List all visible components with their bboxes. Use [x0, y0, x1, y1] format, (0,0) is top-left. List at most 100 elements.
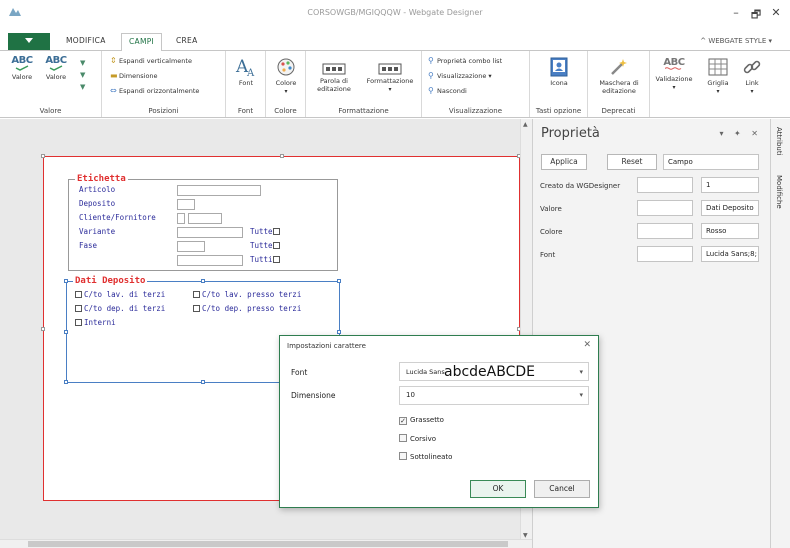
resize-handle[interactable]: [64, 279, 68, 283]
formatting-button[interactable]: Formattazione ▾: [362, 63, 418, 94]
etichetta-fieldset[interactable]: Etichetta Articolo Deposito Cliente/Forn…: [68, 174, 338, 271]
close-button[interactable]: ✕: [768, 6, 784, 19]
icon-button[interactable]: Icona: [540, 57, 578, 87]
valore-button-1[interactable]: ABC Valore: [6, 55, 38, 82]
prop-value[interactable]: Lucida Sans;8;: [701, 246, 759, 262]
fase-input[interactable]: [177, 241, 205, 252]
resize-handle[interactable]: [201, 380, 205, 384]
font-button[interactable]: A A Font: [232, 57, 260, 87]
link-button[interactable]: Link ▾: [738, 57, 766, 96]
italic-checkbox[interactable]: Corsivo: [399, 434, 436, 443]
file-tab[interactable]: [8, 33, 50, 50]
visualization-dropdown[interactable]: ⚲ Visualizzazione ▾: [428, 71, 492, 81]
option-interni[interactable]: Interni: [75, 318, 116, 327]
prop-value[interactable]: Dati Deposito: [701, 200, 759, 216]
file-menu-icon: [25, 38, 33, 43]
prop-extra-box[interactable]: [637, 246, 693, 262]
reset-button[interactable]: Reset: [607, 154, 657, 170]
webgate-style-menu[interactable]: ^ WEBGATE STYLE ▾: [700, 37, 772, 45]
option-dep-di-terzi[interactable]: C/to dep. di terzi: [75, 304, 165, 313]
tab-attributi[interactable]: Attributi: [775, 127, 783, 156]
minimize-button[interactable]: –: [728, 6, 744, 19]
checkbox-icon: [272, 242, 280, 249]
word-edit-button[interactable]: Parola di editazione: [312, 63, 356, 93]
magic-wand-icon: [611, 59, 627, 75]
resize-handle[interactable]: [337, 330, 341, 334]
search-icon: ⚲: [428, 71, 434, 80]
ok-button[interactable]: OK: [470, 480, 526, 498]
font-icon: A A: [235, 57, 255, 77]
bold-checkbox[interactable]: ✓ Grassetto: [399, 416, 444, 425]
cliente-fornitore-input[interactable]: [188, 213, 222, 224]
colore-button[interactable]: Colore ▾: [272, 57, 300, 96]
prop-extra-box[interactable]: [637, 223, 693, 239]
variante-input[interactable]: [177, 227, 243, 238]
deposito-input[interactable]: [177, 199, 195, 210]
panel-tools[interactable]: ▾ ✦ ✕: [719, 129, 762, 138]
valore-button-2[interactable]: ABC Valore: [40, 56, 72, 82]
scroll-up-icon[interactable]: ▲: [523, 121, 528, 128]
resize-handle[interactable]: [64, 330, 68, 334]
validation-button[interactable]: ABC Validazione ▾: [652, 58, 696, 92]
underline-checkbox[interactable]: Sottolineato: [399, 452, 452, 461]
extra-input[interactable]: [177, 255, 243, 266]
cliente-type-input[interactable]: [177, 213, 185, 224]
variante-all-checkbox[interactable]: Tutte: [250, 227, 282, 236]
option-lav-di-terzi[interactable]: C/to lav. di terzi: [75, 290, 165, 299]
expand-vertical-button[interactable]: ⇕ Espandi verticalmente: [110, 56, 192, 66]
prop-label: Valore: [540, 205, 562, 213]
hide-button[interactable]: ⚲ Nascondi: [428, 86, 467, 96]
dimension-icon: ▬: [110, 71, 118, 80]
size-select[interactable]: 10 ▾: [399, 386, 589, 405]
svg-text:A: A: [246, 68, 255, 77]
edit-mask-button[interactable]: Maschera di editazione: [591, 57, 647, 95]
articolo-input[interactable]: [177, 185, 261, 196]
prop-extra-box[interactable]: [637, 177, 693, 193]
apply-button[interactable]: Applica: [541, 154, 587, 170]
field-selector[interactable]: Campo: [663, 154, 759, 170]
palette-icon: [277, 58, 295, 76]
option-dep-presso-terzi[interactable]: C/to dep. presso terzi: [193, 304, 301, 313]
dialog-close-icon[interactable]: ✕: [583, 340, 591, 350]
option-lav-presso-terzi[interactable]: C/to lav. presso terzi: [193, 290, 301, 299]
font-select[interactable]: Lucida Sans abcdeABCDE ▾: [399, 362, 589, 381]
group-label-font: Font: [237, 107, 254, 115]
canvas-horizontal-scrollbar[interactable]: [0, 539, 532, 548]
dialog-title: Impostazioni carattere: [287, 342, 366, 350]
group-label-formattazione: Formattazione: [338, 107, 389, 115]
valore-small-icons[interactable]: ▼ ▼ ▼: [80, 57, 94, 93]
prop-label: Creato da WGDesigner: [540, 182, 621, 190]
ribbon-group-tasti-opzione: Icona Tasti opzione: [530, 51, 588, 117]
scroll-thumb[interactable]: [28, 541, 508, 547]
tab-modifiche[interactable]: Modifiche: [775, 175, 783, 209]
prop-extra-box[interactable]: [637, 200, 693, 216]
scroll-down-icon[interactable]: ▼: [523, 532, 528, 539]
expand-horizontal-button[interactable]: ⇔ Espandi orizzontalmente: [110, 86, 199, 96]
search-icon: ⚲: [428, 56, 434, 65]
tab-modifica[interactable]: MODIFICA: [66, 36, 106, 45]
tab-campi[interactable]: CAMPI: [121, 33, 163, 51]
fase-all-checkbox[interactable]: Tutte: [250, 241, 282, 250]
abc-check-icon: ABC: [11, 55, 33, 66]
resize-handle[interactable]: [280, 154, 284, 158]
resize-handle[interactable]: [41, 154, 45, 158]
extra-all-checkbox[interactable]: Tutti: [250, 255, 282, 264]
expand-horizontal-icon: ⇔: [110, 86, 117, 95]
chevron-down-icon: ▾: [579, 368, 583, 376]
prop-value[interactable]: 1: [701, 177, 759, 193]
combo-list-properties-button[interactable]: ⚲ Proprietà combo list: [428, 56, 502, 66]
restore-button[interactable]: 🗗: [748, 6, 764, 25]
resize-handle[interactable]: [64, 380, 68, 384]
resize-handle[interactable]: [201, 279, 205, 283]
prop-value[interactable]: Rosso: [701, 223, 759, 239]
ribbon: ABC Valore ABC Valore ▼ ▼ ▼ Valore ⇕ Espand…: [0, 50, 790, 118]
checkbox-icon: [399, 434, 407, 442]
dimension-button[interactable]: ▬Dimensione: [110, 71, 158, 81]
cancel-button[interactable]: Cancel: [534, 480, 590, 498]
ribbon-group-posizioni: ⇕ Espandi verticalmente ▬Dimensione ⇔ Espa…: [102, 51, 226, 117]
resize-handle[interactable]: [41, 327, 45, 331]
tab-crea[interactable]: CREA: [176, 36, 198, 45]
resize-handle[interactable]: [337, 279, 341, 283]
checkbox-icon: ✓: [399, 417, 407, 425]
grid-button[interactable]: Griglia ▾: [702, 57, 734, 96]
